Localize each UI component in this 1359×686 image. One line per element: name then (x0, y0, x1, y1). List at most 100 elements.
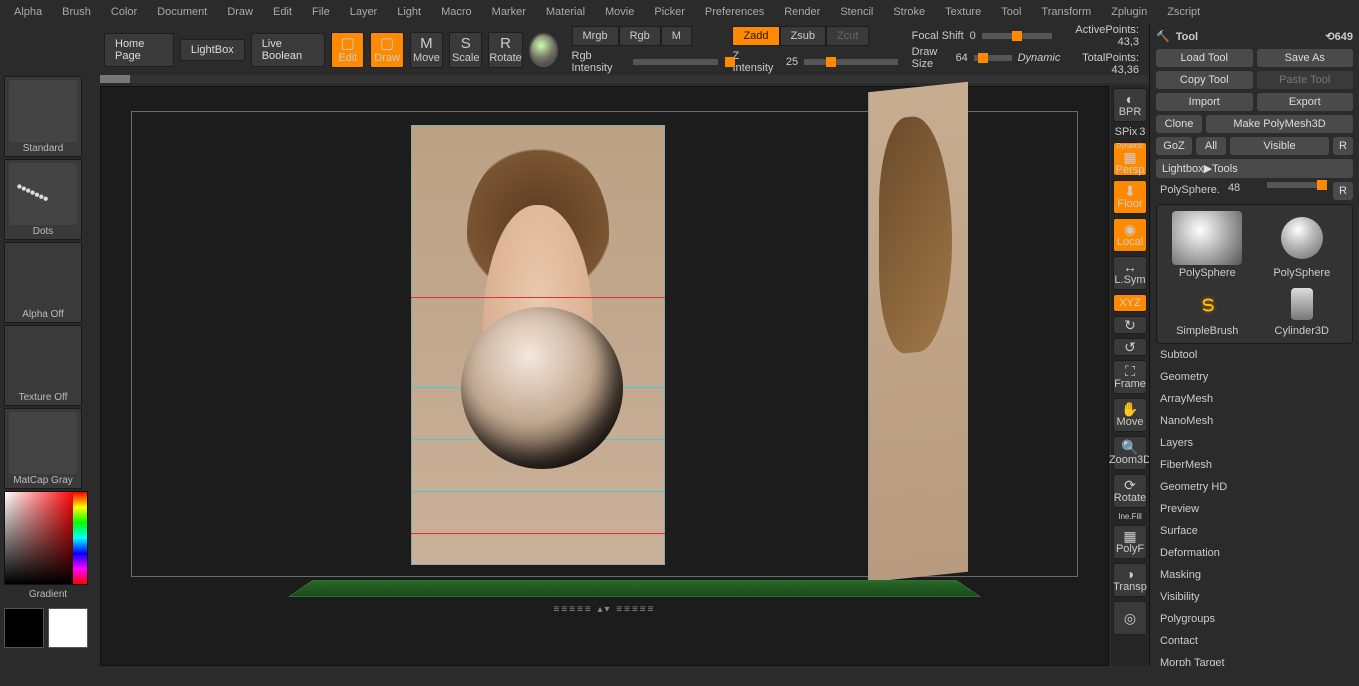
menu-picker[interactable]: Picker (644, 2, 695, 22)
color-picker[interactable] (4, 491, 88, 585)
move-mode-button[interactable]: MMove (410, 32, 443, 68)
menu-texture[interactable]: Texture (935, 2, 991, 22)
menu-draw[interactable]: Draw (217, 2, 263, 22)
tool-category-morph-target[interactable]: Morph Target (1156, 652, 1353, 666)
makepoly-button[interactable]: Make PolyMesh3D (1206, 115, 1353, 133)
clone-button[interactable]: Clone (1156, 115, 1202, 133)
tool-category-arraymesh[interactable]: ArrayMesh (1156, 388, 1353, 410)
menu-file[interactable]: File (302, 2, 340, 22)
orbit-cw-button[interactable]: ↻ (1113, 316, 1147, 334)
menu-brush[interactable]: Brush (52, 2, 101, 22)
tool-category-visibility[interactable]: Visibility (1156, 586, 1353, 608)
m-button[interactable]: M (661, 26, 692, 46)
menu-document[interactable]: Document (147, 2, 217, 22)
toolcount-slider[interactable] (1267, 182, 1325, 188)
draw-mode-button[interactable]: ▢Draw (370, 32, 403, 68)
inefill-label[interactable]: Ine.Fill (1113, 512, 1147, 521)
menu-alpha[interactable]: Alpha (4, 2, 52, 22)
tool-category-fibermesh[interactable]: FiberMesh (1156, 454, 1353, 476)
goz-visible-button[interactable]: Visible (1230, 137, 1329, 155)
rgb-button[interactable]: Rgb (619, 26, 661, 46)
menu-marker[interactable]: Marker (482, 2, 536, 22)
tool-category-layers[interactable]: Layers (1156, 432, 1353, 454)
goz-all-button[interactable]: All (1196, 137, 1226, 155)
edit-mode-button[interactable]: ▢Edit (331, 32, 364, 68)
persp-button[interactable]: Dynamic▦Persp (1113, 142, 1147, 176)
zoom3d-button[interactable]: 🔍Zoom3D (1113, 436, 1147, 470)
lsym-button[interactable]: ↔L.Sym (1113, 256, 1147, 290)
local-button[interactable]: ◉Local (1113, 218, 1147, 252)
stroke-thumb[interactable]: Dots (4, 159, 82, 240)
floor-button[interactable]: ⬇Floor (1113, 180, 1147, 214)
lightbox-button[interactable]: LightBox (180, 39, 245, 61)
menu-edit[interactable]: Edit (263, 2, 302, 22)
polysphere-mesh[interactable] (461, 307, 623, 469)
tool-category-preview[interactable]: Preview (1156, 498, 1353, 520)
frame-button[interactable]: ⛶Frame (1113, 360, 1147, 394)
rgbintensity-slider[interactable] (633, 59, 719, 65)
menu-tool[interactable]: Tool (991, 2, 1031, 22)
tool-category-geometry-hd[interactable]: Geometry HD (1156, 476, 1353, 498)
canvas-rotate-button[interactable]: ⟳Rotate (1113, 474, 1147, 508)
menu-transform[interactable]: Transform (1031, 2, 1101, 22)
bpr-button[interactable]: ◐BPR (1113, 88, 1147, 122)
h-scrollbar[interactable] (100, 75, 1149, 83)
matcap-preview[interactable] (529, 33, 558, 67)
goz-r-button[interactable]: R (1333, 137, 1353, 155)
saveas-button[interactable]: Save As (1257, 49, 1354, 67)
menu-material[interactable]: Material (536, 2, 595, 22)
dynamic-label[interactable]: Dynamic (1018, 52, 1061, 64)
goz-button[interactable]: GoZ (1156, 137, 1192, 155)
scale-mode-button[interactable]: SScale (449, 32, 482, 68)
tool-category-polygroups[interactable]: Polygroups (1156, 608, 1353, 630)
pastetool-button[interactable]: Paste Tool (1257, 71, 1354, 89)
drawsize-slider[interactable] (974, 55, 1012, 61)
menu-movie[interactable]: Movie (595, 2, 644, 22)
tool-category-surface[interactable]: Surface (1156, 520, 1353, 542)
material-thumb[interactable]: MatCap Gray (4, 408, 82, 489)
zadd-button[interactable]: Zadd (732, 26, 779, 46)
ghost-button[interactable]: ◎ (1113, 601, 1147, 635)
swatch-black[interactable] (4, 608, 44, 648)
tool-category-geometry[interactable]: Geometry (1156, 366, 1353, 388)
spix-label[interactable]: SPix (1115, 126, 1138, 138)
tool-category-contact[interactable]: Contact (1156, 630, 1353, 652)
import-button[interactable]: Import (1156, 93, 1253, 111)
menu-macro[interactable]: Macro (431, 2, 482, 22)
rotate-mode-button[interactable]: RRotate (488, 32, 522, 68)
refresh-icon[interactable]: ⟲649 (1325, 30, 1353, 43)
canvas-move-button[interactable]: ✋Move (1113, 398, 1147, 432)
transp-button[interactable]: ◑Transp (1113, 563, 1147, 597)
zcut-button[interactable]: Zcut (826, 26, 869, 46)
tool-simplebrush[interactable]: ടSimpleBrush (1163, 285, 1252, 337)
zsub-button[interactable]: Zsub (780, 26, 826, 46)
export-button[interactable]: Export (1257, 93, 1354, 111)
active-tool-button[interactable]: PolySphere (1163, 211, 1252, 279)
mrgb-button[interactable]: Mrgb (572, 26, 619, 46)
copytool-button[interactable]: Copy Tool (1156, 71, 1253, 89)
focalshift-slider[interactable] (982, 33, 1052, 39)
menu-layer[interactable]: Layer (340, 2, 388, 22)
menu-stroke[interactable]: Stroke (883, 2, 935, 22)
gradient-label[interactable]: Gradient (4, 587, 92, 602)
xyz-button[interactable]: XYZ (1113, 294, 1147, 312)
menu-render[interactable]: Render (774, 2, 830, 22)
tool-polysphere[interactable]: PolySphere (1258, 211, 1347, 279)
menu-zscript[interactable]: Zscript (1157, 2, 1210, 22)
loadtool-button[interactable]: Load Tool (1156, 49, 1253, 67)
menu-zplugin[interactable]: Zplugin (1101, 2, 1157, 22)
canvas-resize-handle[interactable]: ≡≡≡≡≡ ▴▾ ≡≡≡≡≡ (554, 604, 656, 615)
zintensity-slider[interactable] (804, 59, 898, 65)
orbit-ccw-button[interactable]: ↺ (1113, 338, 1147, 356)
tool-category-nanomesh[interactable]: NanoMesh (1156, 410, 1353, 432)
homepage-button[interactable]: Home Page (104, 33, 174, 67)
swatch-white[interactable] (48, 608, 88, 648)
menu-color[interactable]: Color (101, 2, 147, 22)
tool-category-deformation[interactable]: Deformation (1156, 542, 1353, 564)
brush-thumb[interactable]: Standard (4, 76, 82, 157)
tool-category-subtool[interactable]: Subtool (1156, 344, 1353, 366)
viewport-canvas[interactable]: ≡≡≡≡≡ ▴▾ ≡≡≡≡≡ (100, 86, 1109, 666)
tool-category-masking[interactable]: Masking (1156, 564, 1353, 586)
texture-thumb[interactable]: Texture Off (4, 325, 82, 406)
polyf-button[interactable]: ▦PolyF (1113, 525, 1147, 559)
